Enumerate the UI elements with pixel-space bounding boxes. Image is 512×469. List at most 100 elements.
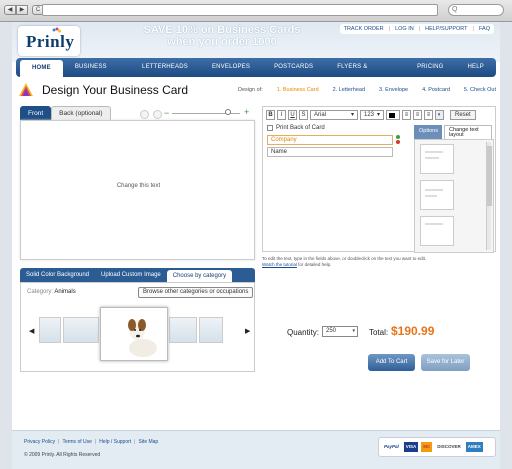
size-value: 123: [364, 112, 375, 118]
layout-thumbnail[interactable]: [420, 180, 454, 210]
remove-field-icon[interactable]: [396, 140, 400, 144]
tab-options[interactable]: Options: [414, 125, 442, 139]
site-footer: Privacy Policy | Terms of Use | Help / Sup…: [12, 430, 500, 469]
background-thumbnail-selected[interactable]: [100, 307, 168, 361]
nav-flyers-brochures[interactable]: FLYERS & BROCHURES: [325, 58, 405, 89]
dog-image: [101, 308, 167, 360]
nav-home[interactable]: HOME: [20, 60, 63, 77]
nav-letterheads[interactable]: LETTERHEADS: [130, 58, 200, 77]
italic-button[interactable]: I: [277, 110, 286, 120]
copyright: © 2009 Prinly. All Rights Reserved: [24, 452, 101, 458]
palette-icon[interactable]: ◐: [435, 110, 444, 120]
field-add-remove: [396, 135, 400, 145]
address-bar[interactable]: [42, 4, 438, 16]
nav-business-cards[interactable]: BUSINESS CARDS: [63, 58, 130, 89]
separator: |: [418, 26, 421, 32]
tab-upload-image[interactable]: Upload Custom Image: [95, 268, 167, 282]
logo[interactable]: Prinly: [18, 26, 80, 56]
promo-banner[interactable]: SAVE 10% on Business Cards when you orde…: [122, 24, 322, 48]
visa-logo: VISA: [403, 442, 419, 452]
background-thumbnail[interactable]: [63, 317, 99, 343]
text-color-picker[interactable]: [386, 110, 400, 120]
login-link[interactable]: LOG IN: [395, 26, 414, 32]
font-select[interactable]: Arial ▾: [310, 110, 358, 120]
design-title-row: Design Your Business Card Design of: 1. …: [18, 80, 496, 102]
underline-button[interactable]: U: [288, 110, 297, 120]
card-placeholder-text[interactable]: Change this text: [21, 183, 256, 189]
layout-scrollbar[interactable]: [486, 142, 492, 250]
zoom-in-icon[interactable]: +: [244, 107, 249, 117]
discover-logo: DISCOVER: [437, 444, 461, 449]
name-field[interactable]: Name: [267, 147, 393, 157]
layout-thumbnail[interactable]: [420, 144, 454, 174]
category-row: Category: Animals: [27, 289, 76, 295]
print-back-checkbox[interactable]: [267, 125, 273, 131]
back-button[interactable]: ◀: [4, 5, 16, 15]
page-title: Design Your Business Card: [42, 83, 189, 97]
terms-link[interactable]: Terms of Use: [62, 439, 91, 445]
forward-button[interactable]: ▶: [16, 5, 28, 15]
reset-button[interactable]: Reset: [450, 110, 476, 120]
sitemap-link[interactable]: Site Map: [138, 439, 158, 445]
size-select[interactable]: 123 ▾: [360, 110, 384, 120]
category-label: Category:: [27, 289, 54, 295]
background-thumbnail[interactable]: [169, 317, 197, 343]
tutorial-link[interactable]: Watch the tutorial: [262, 262, 297, 267]
tab-solid-color[interactable]: Solid Color Background: [20, 268, 95, 282]
step-letterhead[interactable]: 2. Letterhead: [333, 87, 365, 93]
payment-logos: PayPal VISA MC DISCOVER AMEX: [378, 437, 496, 457]
faq-link[interactable]: FAQ: [479, 26, 490, 32]
total-price: $190.99: [391, 324, 435, 338]
strike-button[interactable]: S: [299, 110, 308, 120]
layout-thumbnail[interactable]: [420, 216, 454, 246]
step-envelope[interactable]: 3. Envelope: [379, 87, 408, 93]
chevron-down-icon: ▾: [350, 112, 354, 118]
separator: |: [94, 439, 97, 445]
card-preview[interactable]: Change this text: [20, 120, 255, 260]
browser-search-field[interactable]: Q: [448, 4, 504, 16]
thumb-line: [425, 195, 437, 197]
quantity-select[interactable]: 250 ▾: [322, 326, 358, 337]
carousel-next-icon[interactable]: ▶: [245, 327, 250, 335]
zoom-out-icon[interactable]: −: [164, 108, 169, 118]
redo-icon[interactable]: [153, 110, 162, 119]
privacy-link[interactable]: Privacy Policy: [24, 439, 55, 445]
background-thumbnail[interactable]: [39, 317, 61, 343]
undo-redo: [140, 110, 162, 119]
step-check-out[interactable]: 5. Check Out: [464, 87, 496, 93]
thumb-line: [425, 157, 439, 159]
tab-back[interactable]: Back (optional): [51, 106, 111, 120]
footer-links: Privacy Policy | Terms of Use | Help / Sup…: [24, 439, 158, 445]
align-left-icon[interactable]: ≡: [402, 110, 411, 120]
logo-dots-icon: [52, 27, 61, 33]
tab-choose-category[interactable]: Choose by category: [166, 270, 233, 282]
carousel-prev-icon[interactable]: ◀: [29, 327, 34, 335]
align-right-icon[interactable]: ≡: [424, 110, 433, 120]
step-postcard[interactable]: 4. Postcard: [422, 87, 450, 93]
quantity-label: Quantity:: [287, 328, 320, 337]
track-order-link[interactable]: TRACK ORDER: [344, 26, 384, 32]
save-for-later-button[interactable]: Save for Later: [421, 354, 470, 371]
search-icon: Q: [452, 6, 458, 13]
zoom-slider-handle[interactable]: [225, 109, 231, 115]
print-back-label: Print Back of Card: [276, 125, 325, 131]
nav-postcards[interactable]: POSTCARDS: [262, 58, 325, 77]
help-link[interactable]: Help / Support: [99, 439, 131, 445]
company-field[interactable]: Company: [267, 135, 393, 145]
help-support-link[interactable]: HELP/SUPPORT: [425, 26, 467, 32]
scrollbar-thumb[interactable]: [487, 146, 492, 206]
undo-icon[interactable]: [140, 110, 149, 119]
tab-front[interactable]: Front: [20, 106, 52, 120]
nav-pricing[interactable]: PRICING: [405, 58, 455, 77]
add-to-cart-button[interactable]: Add To Cart: [368, 354, 415, 371]
browse-categories-button[interactable]: Browse other categories or occupations: [138, 287, 254, 298]
nav-help[interactable]: HELP: [456, 58, 496, 77]
tab-change-layout[interactable]: Change text layout: [444, 125, 492, 139]
nav-envelopes[interactable]: ENVELOPES: [200, 58, 262, 77]
add-field-icon[interactable]: [396, 135, 400, 139]
bold-button[interactable]: B: [266, 110, 275, 120]
logo-text: Prinly: [26, 32, 75, 51]
step-business-card[interactable]: 1. Business Card: [277, 87, 319, 93]
background-thumbnail[interactable]: [199, 317, 223, 343]
align-center-icon[interactable]: ≡: [413, 110, 422, 120]
